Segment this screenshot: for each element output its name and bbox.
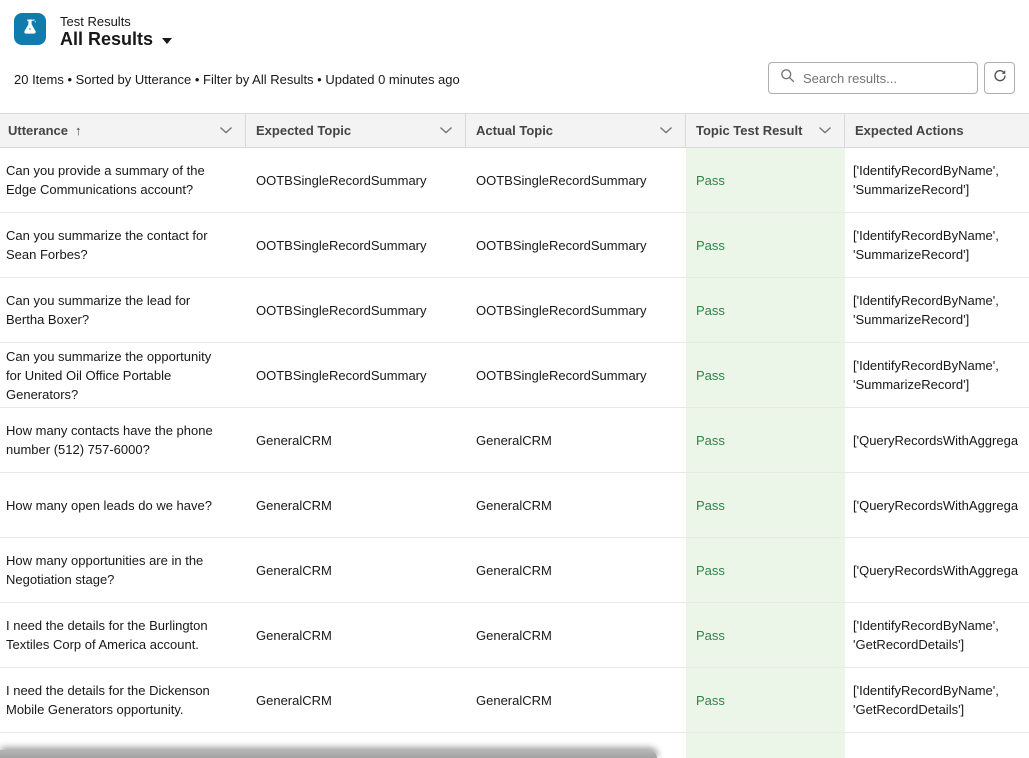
table-row[interactable]: Can you summarize the opportunity for Un…	[0, 343, 1029, 408]
expected-topic-cell: GeneralCRM	[246, 668, 466, 732]
flask-icon	[20, 17, 40, 42]
expected-topic-cell: GeneralCRM	[246, 538, 466, 602]
search-box[interactable]	[768, 62, 978, 94]
results-table: Utterance ↑ Expected Topic Actual Topic …	[0, 113, 1029, 758]
test-results-entity-icon	[14, 13, 46, 45]
table-row[interactable]: How many opportunities are in the Negoti…	[0, 538, 1029, 603]
actual-topic-cell: GeneralCRM	[466, 538, 686, 602]
sort-ascending-icon: ↑	[75, 123, 82, 138]
actual-topic-cell: GeneralCRM	[466, 473, 686, 537]
expected-actions-cell: ['IdentifyRecordByName', 'SummarizeRecor…	[845, 278, 1029, 342]
column-header-expected-actions[interactable]: Expected Actions	[845, 114, 1029, 147]
expected-topic-cell: OOTBSingleRecordSummary	[246, 278, 466, 342]
expected-actions-cell: ['IdentifyRecordByName', 'SummarizeRecor…	[845, 148, 1029, 212]
table-header-row: Utterance ↑ Expected Topic Actual Topic …	[0, 113, 1029, 148]
utterance-cell: How many opportunities are in the Negoti…	[0, 538, 246, 602]
docked-panel-edge	[0, 750, 657, 758]
column-label: Actual Topic	[476, 123, 553, 138]
table-row[interactable]: Can you provide a summary of the Edge Co…	[0, 148, 1029, 213]
actual-topic-cell: GeneralCRM	[466, 408, 686, 472]
expected-topic-cell: OOTBSingleRecordSummary	[246, 213, 466, 277]
column-header-utterance[interactable]: Utterance ↑	[0, 114, 246, 147]
actual-topic-cell: GeneralCRM	[466, 603, 686, 667]
actual-topic-cell: OOTBSingleRecordSummary	[466, 343, 686, 407]
utterance-cell: How many open leads do we have?	[0, 473, 246, 537]
actual-topic-cell: GeneralCRM	[466, 668, 686, 732]
column-label: Topic Test Result	[696, 123, 802, 138]
expected-actions-cell: ['QueryRecordsWithAggrega	[845, 408, 1029, 472]
topic-test-result-cell: Pass	[686, 278, 845, 342]
utterance-cell: I need the details for the Dickenson Mob…	[0, 668, 246, 732]
topic-test-result-cell: Pass	[686, 148, 845, 212]
search-input[interactable]	[803, 71, 963, 86]
topic-test-result-cell: Pass	[686, 473, 845, 537]
utterance-cell: I need the details for the Burlington Te…	[0, 603, 246, 667]
view-name: All Results	[60, 29, 153, 50]
expected-actions-cell: ['IdentifyRecordByName', 'SummarizeRecor…	[845, 213, 1029, 277]
refresh-icon	[992, 68, 1008, 89]
utterance-cell: Can you summarize the opportunity for Un…	[0, 343, 246, 407]
chevron-down-icon[interactable]	[440, 127, 452, 134]
table-row[interactable]: How many contacts have the phone number …	[0, 408, 1029, 473]
actual-topic-cell: OOTBSingleRecordSummary	[466, 278, 686, 342]
column-label: Expected Topic	[256, 123, 351, 138]
expected-topic-cell: GeneralCRM	[246, 473, 466, 537]
table-row[interactable]: I need the details for the Burlington Te…	[0, 603, 1029, 668]
entity-label: Test Results	[60, 14, 131, 29]
table-row[interactable]: I need the details for the Dickenson Mob…	[0, 668, 1029, 733]
search-icon	[769, 68, 803, 88]
topic-test-result-cell: Pass	[686, 538, 845, 602]
expected-actions-cell: ['QueryRecordsWithAggrega	[845, 538, 1029, 602]
chevron-down-icon[interactable]	[660, 127, 672, 134]
column-label: Utterance	[8, 123, 68, 138]
list-view-selector[interactable]: All Results	[60, 29, 172, 50]
expected-actions-cell: ['IdentifyRecordByName', 'SummarizeRecor…	[845, 343, 1029, 407]
column-header-expected-topic[interactable]: Expected Topic	[246, 114, 466, 147]
utterance-cell: How many contacts have the phone number …	[0, 408, 246, 472]
refresh-button[interactable]	[984, 62, 1015, 94]
expected-topic-cell: GeneralCRM	[246, 408, 466, 472]
chevron-down-icon[interactable]	[819, 127, 831, 134]
actual-topic-cell: OOTBSingleRecordSummary	[466, 213, 686, 277]
topic-test-result-cell: Pass	[686, 408, 845, 472]
actual-topic-cell: OOTBSingleRecordSummary	[466, 148, 686, 212]
list-summary: 20 Items • Sorted by Utterance • Filter …	[14, 72, 460, 87]
table-row[interactable]: Can you summarize the contact for Sean F…	[0, 213, 1029, 278]
column-header-actual-topic[interactable]: Actual Topic	[466, 114, 686, 147]
expected-topic-cell: OOTBSingleRecordSummary	[246, 343, 466, 407]
view-dropdown-caret-icon	[162, 38, 172, 44]
utterance-cell: Can you summarize the lead for Bertha Bo…	[0, 278, 246, 342]
topic-test-result-cell: Pass	[686, 343, 845, 407]
topic-test-result-cell: Pass	[686, 668, 845, 732]
topic-test-result-cell: Pass	[686, 603, 845, 667]
table-row[interactable]: How many open leads do we have? GeneralC…	[0, 473, 1029, 538]
column-label: Expected Actions	[855, 123, 964, 138]
column-header-topic-test-result[interactable]: Topic Test Result	[686, 114, 845, 147]
table-row[interactable]: Can you summarize the lead for Bertha Bo…	[0, 278, 1029, 343]
utterance-cell: Can you summarize the contact for Sean F…	[0, 213, 246, 277]
expected-actions-cell: ['IdentifyRecordByName', 'GetRecordDetai…	[845, 668, 1029, 732]
expected-actions-cell: ['IdentifyRecordByName', 'GetRecordDetai…	[845, 603, 1029, 667]
topic-test-result-cell: Pass	[686, 213, 845, 277]
topic-test-result-cell	[686, 733, 845, 758]
expected-actions-cell: ['QueryRecordsWithAggrega	[845, 473, 1029, 537]
test-results-list-view: Test Results All Results 20 Items • Sort…	[0, 0, 1029, 758]
utterance-cell: Can you provide a summary of the Edge Co…	[0, 148, 246, 212]
expected-topic-cell: GeneralCRM	[246, 603, 466, 667]
expected-actions-cell: ['IdentifyRecordByName',	[845, 733, 1029, 758]
expected-topic-cell: OOTBSingleRecordSummary	[246, 148, 466, 212]
chevron-down-icon[interactable]	[220, 127, 232, 134]
